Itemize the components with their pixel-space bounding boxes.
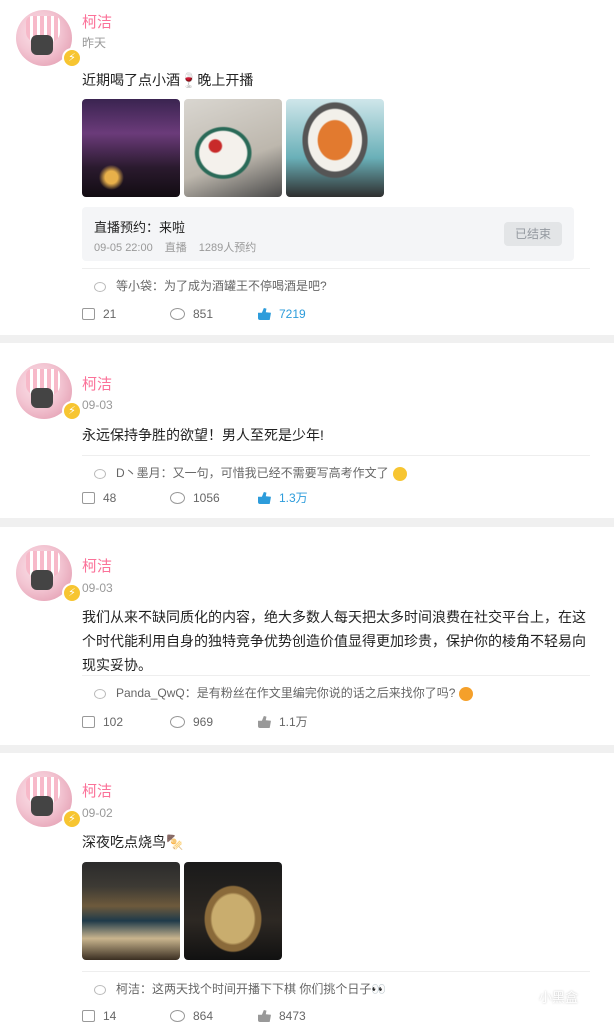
share-count: 21 <box>103 307 117 321</box>
thumbs-up-icon <box>258 1010 271 1022</box>
live-count: 1289人预约 <box>198 242 257 254</box>
share-button[interactable]: 21 <box>82 305 170 323</box>
like-count: 1.3万 <box>279 491 308 505</box>
action-bar: 48 1056 1.3万 <box>82 489 346 507</box>
live-meta: 09-05 22:00 直播 1289人预约 <box>94 239 268 255</box>
like-count: 7219 <box>279 307 306 321</box>
like-count: 1.1万 <box>279 715 308 729</box>
post-card: ⚡ 柯洁 昨天 近期喝了点小酒🍷晚上开播 直播预约：来啦 09-05 22:00… <box>0 0 614 335</box>
thumbs-up-icon <box>258 716 271 728</box>
like-button[interactable]: 1.3万 <box>258 489 346 507</box>
share-button[interactable]: 48 <box>82 489 170 507</box>
author-name[interactable]: 柯洁 <box>82 555 112 576</box>
comment-button[interactable]: 969 <box>170 713 258 731</box>
comment-count: 851 <box>193 307 214 321</box>
top-comment[interactable]: 柯洁：这两天找个时间开播下下棋 你们挑个日子👀 <box>82 971 590 1000</box>
like-count: 8473 <box>279 1009 306 1023</box>
share-count: 48 <box>103 491 117 505</box>
verified-badge-icon: ⚡ <box>62 401 82 421</box>
post-text: 近期喝了点小酒🍷晚上开播 <box>82 72 254 88</box>
comment-count: 864 <box>193 1009 214 1023</box>
share-icon <box>82 716 95 728</box>
comment-button[interactable]: 851 <box>170 305 258 323</box>
comment-icon <box>170 492 185 504</box>
post-image[interactable] <box>82 862 180 960</box>
post-text: 我们从来不缺同质化的内容，绝大多数人每天把太多时间浪费在社交平台上，在这 个时代… <box>82 605 590 677</box>
comment-bubble-icon <box>94 984 106 995</box>
comment-icon <box>170 716 185 728</box>
post-date: 昨天 <box>82 36 107 50</box>
image-grid <box>82 99 384 197</box>
post-text: 深夜吃点烧鸟🍢 <box>82 834 184 850</box>
watermark: 小黑盒 <box>516 987 578 1006</box>
top-comment[interactable]: D丶墨月：又一句，可惜我已经不需要写高考作文了 <box>82 455 590 484</box>
author-name[interactable]: 柯洁 <box>82 780 112 801</box>
post-text-line: 我们从来不缺同质化的内容，绝大多数人每天把太多时间浪费在社交平台上，在这 <box>82 609 586 625</box>
like-button[interactable]: 8473 <box>258 1007 346 1025</box>
post-text-line: 个时代能利用自身的独特竞争优势创造价值显得更加珍贵，保护你的棱角不轻易向 <box>82 633 586 649</box>
author-name[interactable]: 柯洁 <box>82 11 112 32</box>
avatar[interactable]: ⚡ <box>16 363 82 421</box>
post-date: 09-03 <box>82 581 113 595</box>
live-kind: 直播 <box>164 242 187 254</box>
action-bar: 14 864 8473 <box>82 1007 346 1025</box>
ended-button[interactable]: 已结束 <box>504 222 562 246</box>
post-image[interactable] <box>82 99 180 197</box>
share-icon <box>82 308 95 320</box>
share-button[interactable]: 14 <box>82 1007 170 1025</box>
like-button[interactable]: 7219 <box>258 305 346 323</box>
share-icon <box>82 492 95 504</box>
laugh-emoji-icon <box>459 686 474 701</box>
image-grid <box>82 862 282 960</box>
action-bar: 21 851 7219 <box>82 305 346 323</box>
post-image[interactable] <box>184 99 282 197</box>
comment-icon <box>170 308 185 320</box>
post-text: 永远保持争胜的欲望！男人至死是少年! <box>82 427 324 443</box>
avatar[interactable]: ⚡ <box>16 771 82 829</box>
share-button[interactable]: 102 <box>82 713 170 731</box>
post-date: 09-03 <box>82 398 113 412</box>
smile-emoji-icon <box>392 466 407 481</box>
avatar[interactable]: ⚡ <box>16 10 82 68</box>
share-count: 14 <box>103 1009 117 1023</box>
comment-text: 柯洁：这两天找个时间开播下下棋 你们挑个日子👀 <box>116 982 387 996</box>
share-count: 102 <box>103 715 124 729</box>
top-comment[interactable]: Panda_QwQ：是有粉丝在作文里编完你说的话之后来找你了吗? <box>82 675 590 704</box>
avatar[interactable]: ⚡ <box>16 545 82 603</box>
post-card: ⚡ 柯洁 09-03 永远保持争胜的欲望！男人至死是少年! D丶墨月：又一句，可… <box>0 343 614 518</box>
comment-bubble-icon <box>94 281 106 292</box>
thumbs-up-icon <box>258 308 271 320</box>
comment-button[interactable]: 1056 <box>170 489 258 507</box>
comment-count: 1056 <box>193 491 220 505</box>
comment-count: 969 <box>193 715 214 729</box>
comment-text: D丶墨月：又一句，可惜我已经不需要写高考作文了 <box>116 466 389 480</box>
comment-text: Panda_QwQ：是有粉丝在作文里编完你说的话之后来找你了吗? <box>116 686 456 700</box>
comment-icon <box>170 1010 185 1022</box>
post-date: 09-02 <box>82 806 113 820</box>
post-card: ⚡ 柯洁 09-03 我们从来不缺同质化的内容，绝大多数人每天把太多时间浪费在社… <box>0 527 614 745</box>
action-bar: 102 969 1.1万 <box>82 713 346 731</box>
author-name[interactable]: 柯洁 <box>82 373 112 394</box>
thumbs-up-icon <box>258 492 271 504</box>
live-time: 09-05 22:00 <box>94 242 153 254</box>
share-icon <box>82 1010 95 1022</box>
post-image[interactable] <box>286 99 384 197</box>
top-comment[interactable]: 等小袋：为了成为酒罐王不停喝酒是吧? <box>82 268 590 297</box>
post-image[interactable] <box>184 862 282 960</box>
comment-text: 等小袋：为了成为酒罐王不停喝酒是吧? <box>116 279 327 293</box>
comment-bubble-icon <box>94 688 106 699</box>
live-reservation-card[interactable]: 直播预约：来啦 09-05 22:00 直播 1289人预约 已结束 <box>82 207 574 261</box>
comment-button[interactable]: 864 <box>170 1007 258 1025</box>
comment-bubble-icon <box>94 468 106 479</box>
verified-badge-icon: ⚡ <box>62 48 82 68</box>
post-text-line: 现实妥协。 <box>82 657 152 673</box>
live-title: 直播预约：来啦 <box>94 220 186 235</box>
verified-badge-icon: ⚡ <box>62 583 82 603</box>
watermark-logo-icon <box>516 987 534 1006</box>
watermark-text: 小黑盒 <box>539 990 579 1005</box>
like-button[interactable]: 1.1万 <box>258 713 346 731</box>
verified-badge-icon: ⚡ <box>62 809 82 829</box>
